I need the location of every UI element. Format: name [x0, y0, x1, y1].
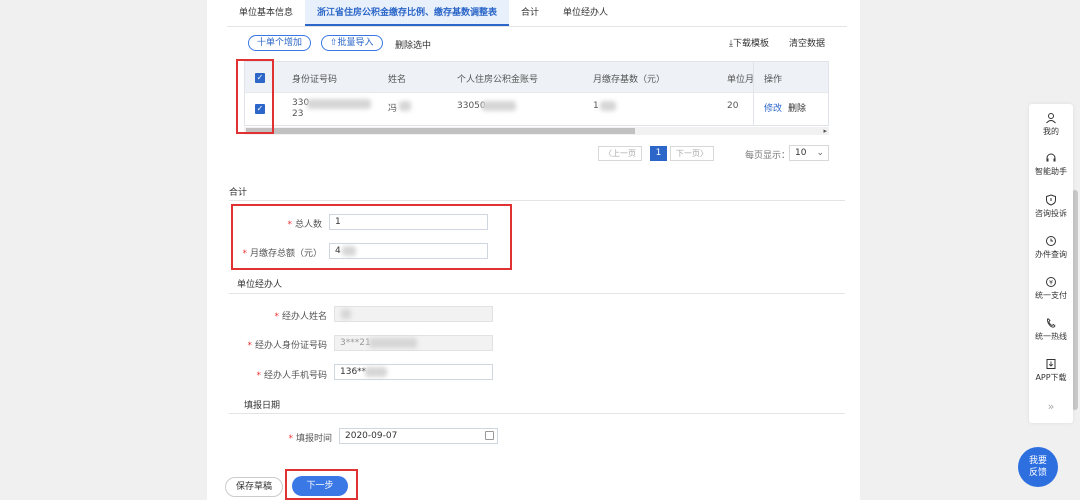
- fill-time-label: * 填报时间: [288, 434, 332, 444]
- fill-time-field[interactable]: 2020-09-07: [339, 428, 498, 444]
- handler-divider: [229, 293, 845, 294]
- header-name: 姓名: [388, 75, 407, 85]
- header-action: 操作: [764, 75, 783, 85]
- download-template-button[interactable]: ⤓下载模板: [729, 36, 769, 49]
- tab-total[interactable]: 合计: [509, 0, 551, 26]
- handler-id-label: * 经办人身份证号码: [247, 341, 327, 351]
- save-draft-button[interactable]: 保存草稿: [225, 477, 283, 497]
- masked-text: [399, 101, 411, 111]
- data-table: ✓ 身份证号码 姓名 个人住房公积金账号 月缴存基数（元） 单位月缴 ✓ 330…: [244, 61, 829, 126]
- highlight-box-checkboxes: [236, 59, 274, 134]
- per-page-label: 每页显示：: [745, 151, 791, 161]
- chevron-right-icon[interactable]: »: [1029, 400, 1073, 413]
- highlight-box-next: [285, 469, 358, 500]
- header-base: 月缴存基数（元）: [593, 75, 666, 85]
- sidebar-item-hotline[interactable]: 统一热线: [1029, 317, 1073, 342]
- handler-phone-label: * 经办人手机号码: [256, 371, 327, 381]
- add-single-button[interactable]: 十单个增加: [248, 35, 312, 51]
- fill-date-section-title: 填报日期: [244, 401, 281, 411]
- clock-icon: [1046, 236, 1056, 246]
- action-column: 操作 修改 删除: [753, 62, 828, 125]
- cell-base: 1: [593, 101, 599, 111]
- tab-unit-basic-info[interactable]: 单位基本信息: [227, 0, 305, 26]
- highlight-box-summary: [231, 204, 512, 270]
- tab-bar: 单位基本信息 浙江省住房公积金缴存比例、缴存基数调整表 合计 单位经办人: [227, 0, 847, 27]
- user-icon: [1046, 113, 1056, 124]
- shield-icon: [1046, 194, 1056, 206]
- sidebar-item-app-download[interactable]: APP下载: [1029, 358, 1073, 383]
- summary-section-title: 合计: [229, 188, 248, 198]
- cell-unit-monthly: 20: [727, 101, 739, 111]
- per-page-select[interactable]: 10 ⌄: [789, 145, 829, 161]
- table-row: ✓ 330 23 冯 33050 1 20: [245, 92, 828, 125]
- page-number-1[interactable]: 1: [650, 146, 667, 161]
- feedback-button[interactable]: 我要 反馈: [1018, 447, 1058, 487]
- fill-date-divider: [229, 413, 845, 414]
- chevron-down-icon: ⌄: [816, 148, 824, 158]
- handler-id-field[interactable]: 3***21: [334, 335, 493, 351]
- svg-text:¥: ¥: [1049, 280, 1053, 287]
- download-icon: [1046, 359, 1056, 369]
- next-page-button[interactable]: 下一页〉: [670, 146, 714, 161]
- main-panel: 单位基本信息 浙江省住房公积金缴存比例、缴存基数调整表 合计 单位经办人 十单个…: [207, 0, 860, 500]
- masked-text: [600, 101, 616, 111]
- phone-icon: [1046, 318, 1056, 328]
- header-id-number: 身份证号码: [292, 75, 338, 85]
- handler-phone-field[interactable]: 136**: [334, 364, 493, 380]
- sidebar-item-assistant[interactable]: 智能助手: [1029, 152, 1073, 177]
- summary-divider: [229, 200, 845, 201]
- per-page-value: 10: [795, 148, 807, 158]
- sidebar-item-query[interactable]: 办件查询: [1029, 235, 1073, 260]
- handler-section-title: 单位经办人: [237, 280, 283, 290]
- handler-name-field[interactable]: [334, 306, 493, 322]
- sidebar-item-payment[interactable]: ¥ 统一支付: [1029, 276, 1073, 301]
- sidebar-item-mine[interactable]: 我的: [1029, 112, 1073, 137]
- delete-selected-button[interactable]: 删除选中: [395, 38, 431, 51]
- scrollbar-thumb[interactable]: [246, 128, 635, 134]
- tab-adjustment-table[interactable]: 浙江省住房公积金缴存比例、缴存基数调整表: [305, 0, 510, 26]
- masked-text: [482, 101, 516, 111]
- calendar-icon[interactable]: [485, 431, 494, 440]
- header-account: 个人住房公积金账号: [457, 75, 539, 85]
- headset-icon: [1046, 153, 1056, 162]
- tab-unit-handler[interactable]: 单位经办人: [551, 0, 620, 26]
- table-header: ✓ 身份证号码 姓名 个人住房公积金账号 月缴存基数（元） 单位月缴: [245, 62, 828, 92]
- edit-link[interactable]: 修改: [764, 101, 782, 114]
- clear-data-button[interactable]: 清空数据: [789, 36, 825, 49]
- handler-name-label: * 经办人姓名: [274, 312, 327, 322]
- cell-name: 冯: [388, 104, 398, 114]
- masked-text: [307, 99, 371, 109]
- yen-icon: ¥: [1046, 277, 1056, 287]
- scroll-right-arrow-icon[interactable]: ▸: [823, 127, 827, 135]
- sidebar-item-complaint[interactable]: 咨询投诉: [1029, 194, 1073, 219]
- prev-page-button[interactable]: 〈上一页: [598, 146, 642, 161]
- right-sidebar: 我的 智能助手 咨询投诉 办件查询 ¥ 统一支付 统一热线 APP下载 »: [1029, 104, 1073, 423]
- batch-import-button[interactable]: ⇧批量导入: [321, 35, 383, 51]
- cell-id-number-tail: 23: [292, 109, 304, 119]
- delete-link[interactable]: 删除: [788, 101, 806, 114]
- table-horizontal-scrollbar[interactable]: ▸: [244, 127, 829, 135]
